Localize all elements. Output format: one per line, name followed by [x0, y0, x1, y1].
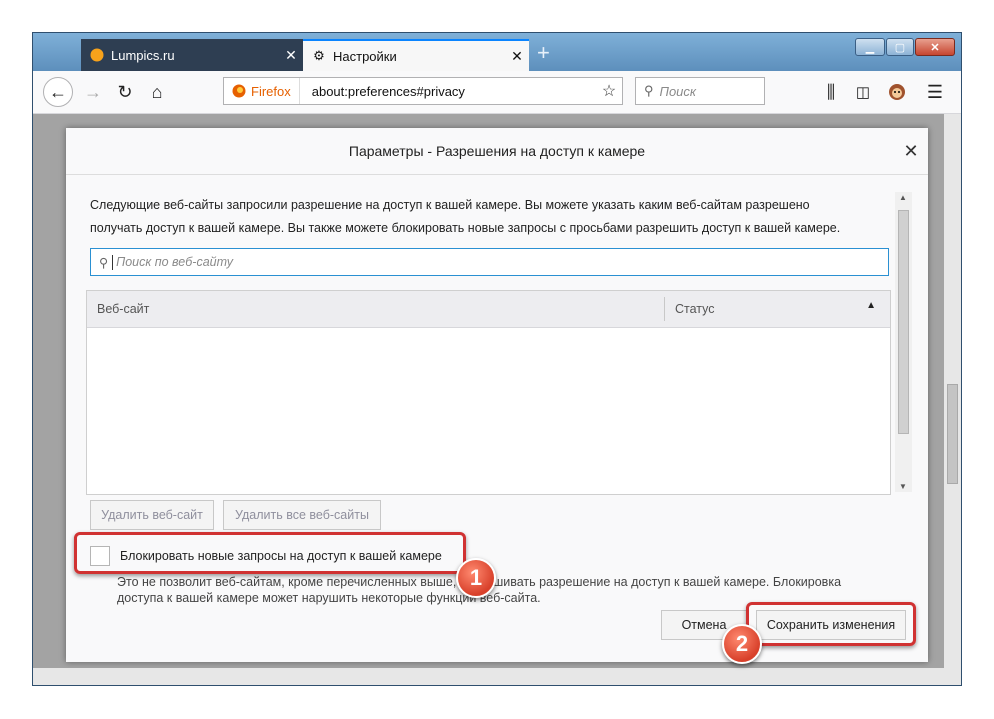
tab-label: Lumpics.ru	[111, 47, 175, 63]
close-tab-icon[interactable]: ✕	[505, 48, 529, 65]
sort-up-icon[interactable]: ▲	[866, 300, 876, 311]
remove-all-sites-button[interactable]: Удалить все веб-сайты	[223, 500, 381, 530]
menu-icon[interactable]: ☰	[923, 80, 947, 104]
column-separator	[664, 297, 665, 321]
identity-box[interactable]: Firefox	[224, 78, 300, 104]
url-text[interactable]: about:preferences#privacy	[300, 84, 596, 99]
hint-line: Это не позволит веб-сайтам, кроме перечи…	[117, 575, 842, 589]
highlight-box-checkbox	[74, 532, 466, 574]
horizontal-scrollbar[interactable]	[33, 668, 961, 685]
reload-button[interactable]: ↻	[113, 80, 137, 104]
dialog-scroll-thumb[interactable]	[898, 210, 909, 434]
url-bar[interactable]: Firefox about:preferences#privacy ☆	[223, 77, 623, 105]
dialog-scrollbar[interactable]: ▲ ▼	[895, 192, 912, 492]
step-badge-2: 2	[722, 624, 762, 664]
description-line: Следующие веб-сайты запросили разрешение…	[90, 198, 810, 212]
search-placeholder: Поиск	[659, 83, 697, 99]
navigation-toolbar: ← → ↻ ⌂ Firefox about:preferences#privac…	[33, 71, 961, 114]
tab-lumpics[interactable]: Lumpics.ru ✕	[81, 39, 303, 71]
tab-label: Настройки	[333, 48, 397, 64]
page-scroll-thumb[interactable]	[947, 384, 958, 484]
new-tab-icon[interactable]: +	[537, 41, 550, 65]
home-button[interactable]: ⌂	[145, 80, 169, 104]
forward-button[interactable]: →	[81, 80, 105, 104]
permissions-dialog: Параметры - Разрешения на доступ к камер…	[66, 128, 928, 662]
scroll-up-icon[interactable]: ▲	[899, 193, 907, 202]
minimize-button[interactable]: ▁	[855, 38, 885, 56]
remove-site-button[interactable]: Удалить веб-сайт	[90, 500, 214, 530]
close-tab-icon[interactable]: ✕	[279, 47, 303, 64]
search-icon: ⚲	[644, 83, 654, 98]
search-icon: ⚲	[99, 255, 109, 270]
table-header: Веб-сайт Статус ▲	[87, 291, 890, 328]
step-badge-1: 1	[456, 558, 496, 598]
orange-circle-icon	[89, 47, 105, 63]
bookmark-star-icon[interactable]: ☆	[596, 81, 622, 101]
column-header-site[interactable]: Веб-сайт	[97, 302, 149, 316]
caret	[112, 254, 114, 270]
column-header-status[interactable]: Статус	[675, 302, 715, 316]
sidebar-icon[interactable]: ◫	[851, 80, 875, 104]
search-input[interactable]: ⚲ Поиск	[635, 77, 765, 105]
back-button[interactable]: ←	[43, 77, 73, 107]
browser-window: Lumpics.ru ✕ ⚙ Настройки ✕ + ▁ ▢ ✕ ← → ↻…	[32, 32, 962, 686]
close-icon[interactable]: ✕	[900, 140, 922, 162]
highlight-box-save	[746, 602, 916, 646]
title-bar: Lumpics.ru ✕ ⚙ Настройки ✕ + ▁ ▢ ✕	[33, 33, 961, 71]
identity-label: Firefox	[251, 83, 291, 99]
library-icon[interactable]: ⫼	[819, 80, 843, 104]
description-line: получать доступ к вашей камере. Вы также…	[90, 221, 841, 235]
page-content: Параметры - Разрешения на доступ к камер…	[33, 114, 961, 685]
dialog-title: Параметры - Разрешения на доступ к камер…	[66, 128, 928, 175]
scroll-down-icon[interactable]: ▼	[899, 482, 907, 491]
dialog-description: Следующие веб-сайты запросили разрешение…	[90, 194, 880, 240]
maximize-button[interactable]: ▢	[886, 38, 914, 56]
firefox-logo-icon	[232, 84, 246, 98]
site-search-input[interactable]: ⚲ Поиск по веб-сайту	[90, 248, 889, 276]
tab-settings[interactable]: ⚙ Настройки ✕	[303, 39, 529, 71]
search-placeholder: Поиск по веб-сайту	[116, 255, 233, 269]
monkey-extension-icon[interactable]	[885, 80, 909, 104]
gear-icon: ⚙	[313, 48, 325, 63]
page-scrollbar[interactable]	[944, 114, 961, 668]
sites-table[interactable]: Веб-сайт Статус ▲	[86, 290, 891, 495]
close-window-button[interactable]: ✕	[915, 38, 955, 56]
